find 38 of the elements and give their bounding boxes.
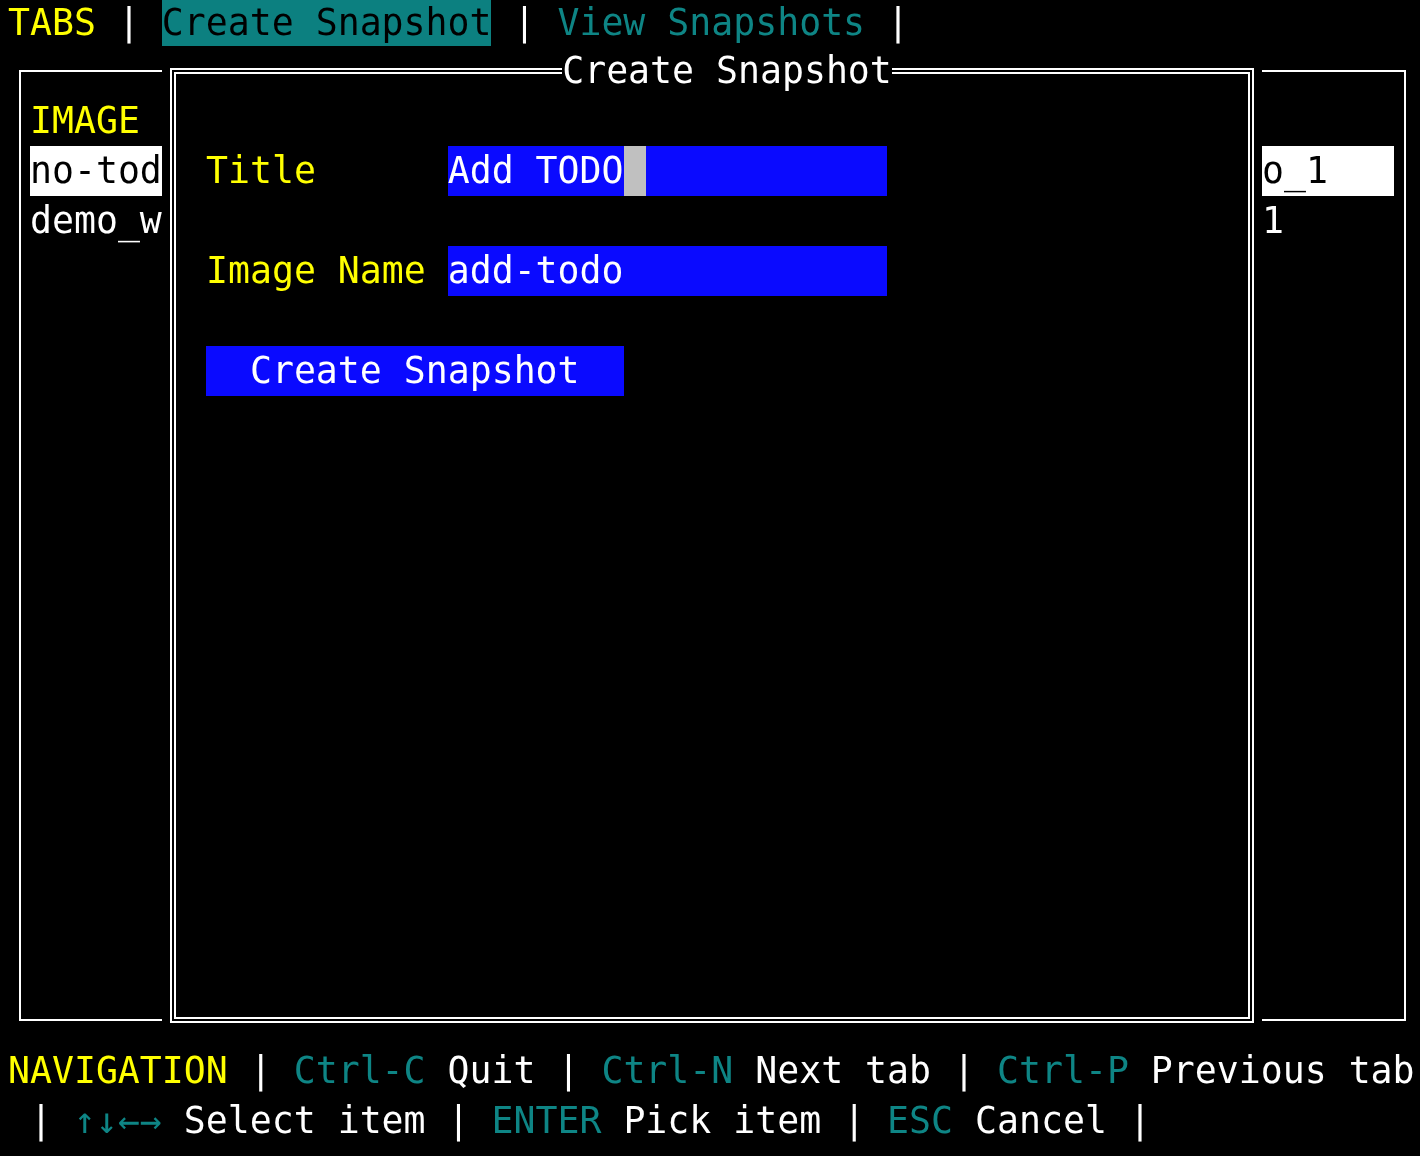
tab[interactable]: View Snapshots: [557, 0, 866, 46]
table-cell[interactable]: demo_w: [30, 196, 162, 246]
pipe-separator: |: [887, 1, 910, 44]
text-input[interactable]: add-todo: [447, 246, 888, 296]
pipe-separator: |: [557, 1049, 580, 1092]
pipe-separator: |: [249, 1049, 272, 1092]
pipe-separator: |: [953, 1049, 976, 1092]
cursor-block-icon: [623, 146, 646, 196]
shortcut-label: Cancel: [975, 1099, 1107, 1142]
table-cell[interactable]: 1: [1262, 196, 1394, 246]
shortcut-label: Quit: [447, 1049, 536, 1092]
pipe-separator: |: [513, 1, 536, 44]
pipe-separator: |: [843, 1099, 866, 1142]
create-snapshot-button[interactable]: Create Snapshot: [206, 346, 624, 396]
table-cell[interactable]: o_1: [1262, 146, 1394, 196]
shortcut-key: ESC: [887, 1099, 954, 1142]
shortcut-label: Pick item: [623, 1099, 822, 1142]
pipe-separator: |: [447, 1099, 470, 1142]
pipe-separator: |: [117, 1, 140, 44]
shortcut-key: Ctrl-P: [997, 1049, 1129, 1092]
shortcut-label: Previous tab: [1150, 1049, 1415, 1092]
table-cell[interactable]: no-tod: [30, 146, 162, 196]
shortcut-key: ↑↓←→: [73, 1099, 162, 1142]
shortcut-label: Next tab: [755, 1049, 932, 1092]
shortcut-key: Ctrl-N: [601, 1049, 734, 1092]
field-label: Image Name: [206, 248, 427, 294]
navigation-heading: NAVIGATION: [8, 1049, 228, 1092]
tabs-heading: TABS: [8, 1, 96, 44]
field-label: Title: [206, 148, 317, 194]
pipe-separator: |: [1128, 1099, 1151, 1142]
tab[interactable]: Create Snapshot: [161, 0, 492, 46]
shortcut-key: ENTER: [491, 1099, 602, 1142]
column-header: IMAGE: [30, 99, 140, 142]
shortcut-key: Ctrl-C: [293, 1049, 426, 1092]
shortcut-label: Select item: [183, 1099, 426, 1142]
pipe-separator: |: [29, 1099, 52, 1142]
text-input[interactable]: Add TODO: [447, 146, 888, 196]
dialog-title: Create Snapshot: [562, 48, 892, 94]
